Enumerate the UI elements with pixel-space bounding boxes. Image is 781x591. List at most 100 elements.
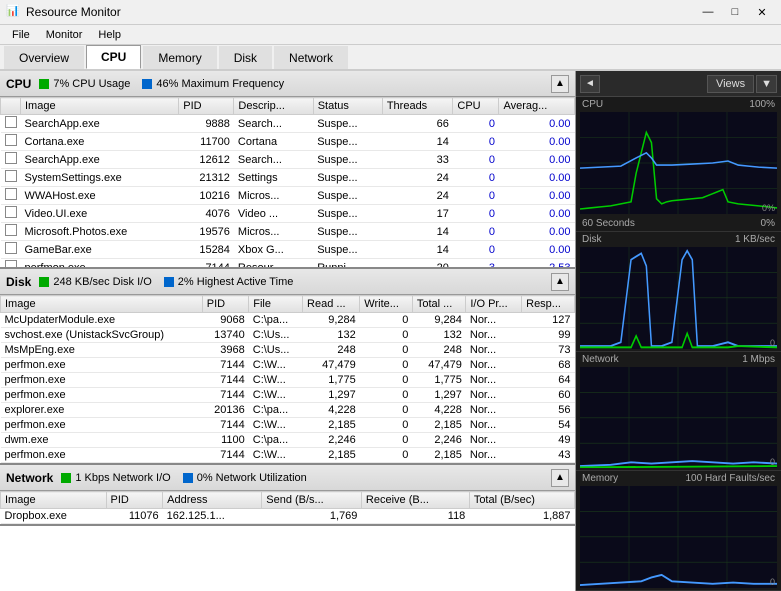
close-button[interactable]: ✕ [749, 2, 775, 22]
disk-col-resp[interactable]: Resp... [522, 296, 575, 313]
memory-graph-min: 0 [770, 577, 775, 587]
table-row[interactable]: WWAHost.exe 10216 Micros... Suspe... 24 … [1, 187, 575, 205]
table-row[interactable]: perfmon.exe 7144 C:\W... 1,775 0 1,775 N… [1, 373, 575, 388]
row-resp: 68 [522, 358, 575, 373]
row-checkbox[interactable] [1, 115, 21, 133]
row-checkbox[interactable] [1, 187, 21, 205]
table-row[interactable]: svchost.exe (UnistackSvcGroup) 13740 C:\… [1, 328, 575, 343]
menu-monitor[interactable]: Monitor [38, 27, 91, 43]
cpu-col-status[interactable]: Status [313, 98, 382, 115]
row-file: C:\pa... [249, 403, 303, 418]
disk-section-header[interactable]: Disk 248 KB/sec Disk I/O 2% Highest Acti… [0, 269, 575, 295]
right-panel: ◄ Views ▼ CPU 100% [576, 71, 781, 591]
minimize-button[interactable]: — [695, 2, 721, 22]
tab-overview[interactable]: Overview [4, 46, 84, 69]
net-col-pid[interactable]: PID [106, 492, 163, 509]
views-arrow-btn[interactable]: ▼ [756, 75, 777, 93]
net-col-total[interactable]: Total (B/sec) [469, 492, 574, 509]
row-file: C:\W... [249, 418, 303, 433]
table-row[interactable]: perfmon.exe 7144 Resour... Runni... 20 3… [1, 259, 575, 268]
row-pid: 11700 [179, 133, 234, 151]
network-graph-label: Network 1 Mbps [576, 352, 781, 367]
row-desc: Micros... [234, 187, 313, 205]
row-write: 0 [360, 373, 413, 388]
table-row[interactable]: perfmon.exe 7144 C:\W... 2,185 0 2,185 N… [1, 448, 575, 463]
row-checkbox[interactable] [1, 133, 21, 151]
table-row[interactable]: perfmon.exe 7144 C:\W... 1,297 0 1,297 N… [1, 388, 575, 403]
table-row[interactable]: McUpdaterModule.exe 9068 C:\pa... 9,284 … [1, 313, 575, 328]
net-col-address[interactable]: Address [163, 492, 262, 509]
row-checkbox[interactable] [1, 205, 21, 223]
maximize-button[interactable]: □ [722, 2, 748, 22]
tab-memory[interactable]: Memory [143, 46, 216, 69]
cpu-expand-btn[interactable]: ▲ [551, 75, 569, 93]
menu-help[interactable]: Help [90, 27, 129, 43]
table-row[interactable]: dwm.exe 1100 C:\pa... 2,246 0 2,246 Nor.… [1, 433, 575, 448]
net-col-send[interactable]: Send (B/s... [262, 492, 362, 509]
row-read: 1,775 [303, 373, 360, 388]
table-row[interactable]: perfmon.exe 7144 C:\W... 47,479 0 47,479… [1, 358, 575, 373]
row-file: C:\pa... [249, 433, 303, 448]
table-row[interactable]: SearchApp.exe 12612 Search... Suspe... 3… [1, 151, 575, 169]
table-row[interactable]: SystemSettings.exe 21312 Settings Suspe.… [1, 169, 575, 187]
disk-col-total[interactable]: Total ... [412, 296, 466, 313]
disk-expand-btn[interactable]: ▲ [551, 273, 569, 291]
disk-col-pid[interactable]: PID [202, 296, 248, 313]
row-read: 1,297 [303, 388, 360, 403]
cpu-section-header[interactable]: CPU 7% CPU Usage 46% Maximum Frequency ▲ [0, 71, 575, 97]
cpu-graph-max: 100% [749, 99, 775, 110]
tab-disk[interactable]: Disk [219, 46, 272, 69]
network-expand-btn[interactable]: ▲ [551, 469, 569, 487]
row-avg: 0.00 [499, 241, 575, 259]
table-row[interactable]: explorer.exe 20136 C:\pa... 4,228 0 4,22… [1, 403, 575, 418]
row-checkbox[interactable] [1, 151, 21, 169]
tab-network[interactable]: Network [274, 46, 348, 69]
row-pid: 7144 [202, 358, 248, 373]
row-status: Suspe... [313, 151, 382, 169]
row-read: 132 [303, 328, 360, 343]
table-row[interactable]: Video.UI.exe 4076 Video ... Suspe... 17 … [1, 205, 575, 223]
disk-col-iop[interactable]: I/O Pr... [466, 296, 522, 313]
table-row[interactable]: Microsoft.Photos.exe 19576 Micros... Sus… [1, 223, 575, 241]
net-col-image[interactable]: Image [1, 492, 107, 509]
table-row[interactable]: Dropbox.exe 11076 162.125.1... 1,769 118… [1, 509, 575, 524]
cpu-col-image[interactable]: Image [21, 98, 179, 115]
menu-file[interactable]: File [4, 27, 38, 43]
cpu-section: CPU 7% CPU Usage 46% Maximum Frequency ▲ [0, 71, 575, 269]
disk-col-image[interactable]: Image [1, 296, 203, 313]
network-table-header-row: Image PID Address Send (B/s... Receive (… [1, 492, 575, 509]
row-image: Microsoft.Photos.exe [21, 223, 179, 241]
table-row[interactable]: GameBar.exe 15284 Xbox G... Suspe... 14 … [1, 241, 575, 259]
cpu-col-threads[interactable]: Threads [382, 98, 453, 115]
cpu-col-pid[interactable]: PID [179, 98, 234, 115]
row-checkbox[interactable] [1, 223, 21, 241]
row-write: 0 [360, 313, 413, 328]
row-desc: Micros... [234, 223, 313, 241]
cpu-col-check[interactable] [1, 98, 21, 115]
row-checkbox[interactable] [1, 169, 21, 187]
disk-col-file[interactable]: File [249, 296, 303, 313]
cpu-col-cpu[interactable]: CPU [453, 98, 499, 115]
table-row[interactable]: MsMpEng.exe 3968 C:\Us... 248 0 248 Nor.… [1, 343, 575, 358]
disk-col-write[interactable]: Write... [360, 296, 413, 313]
right-expand-btn[interactable]: ◄ [580, 75, 600, 93]
network-section-header[interactable]: Network 1 Kbps Network I/O 0% Network Ut… [0, 465, 575, 491]
row-threads: 14 [382, 133, 453, 151]
cpu-graph-time-label: 60 Seconds 0% [576, 216, 781, 231]
row-iop: Nor... [466, 358, 522, 373]
tab-cpu[interactable]: CPU [86, 45, 141, 69]
table-row[interactable]: Cortana.exe 11700 Cortana Suspe... 14 0 … [1, 133, 575, 151]
row-pid: 7144 [202, 373, 248, 388]
net-col-receive[interactable]: Receive (B... [361, 492, 469, 509]
row-desc: Search... [234, 115, 313, 133]
disk-col-read[interactable]: Read ... [303, 296, 360, 313]
row-checkbox[interactable] [1, 259, 21, 268]
cpu-col-avg[interactable]: Averag... [499, 98, 575, 115]
row-checkbox[interactable] [1, 241, 21, 259]
row-status: Suspe... [313, 133, 382, 151]
table-row[interactable]: SearchApp.exe 9888 Search... Suspe... 66… [1, 115, 575, 133]
cpu-col-desc[interactable]: Descrip... [234, 98, 313, 115]
table-row[interactable]: perfmon.exe 7144 C:\W... 2,185 0 2,185 N… [1, 418, 575, 433]
cpu-stat1-dot [39, 79, 49, 89]
row-receive: 118 [361, 509, 469, 524]
